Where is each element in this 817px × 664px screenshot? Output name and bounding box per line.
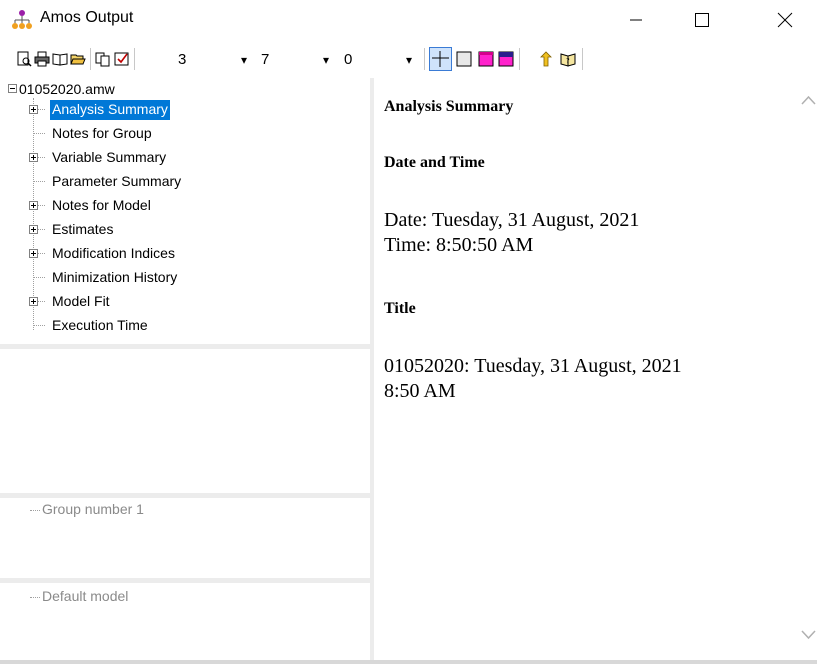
groups-pane — [0, 349, 370, 493]
minimize-icon — [630, 19, 642, 21]
toolbar-separator — [582, 48, 583, 70]
output-content: Analysis Summary Date and Time Date: Tue… — [374, 78, 817, 664]
window-bottom-border — [0, 660, 817, 664]
expand-icon[interactable] — [29, 153, 38, 162]
pane-splitter[interactable] — [0, 493, 370, 498]
close-icon — [777, 12, 793, 28]
tree-item[interactable]: Notes for Model — [52, 196, 151, 216]
tree-item[interactable]: Analysis Summary — [50, 100, 170, 120]
tree-item[interactable]: Notes for Group — [52, 124, 152, 144]
date-time-heading: Date and Time — [384, 154, 485, 171]
maximize-icon — [695, 13, 709, 27]
title-heading: Title — [384, 300, 416, 317]
expand-icon[interactable] — [29, 249, 38, 258]
close-button[interactable] — [762, 0, 808, 40]
table-rules-button[interactable] — [429, 47, 452, 71]
tree-item[interactable]: Parameter Summary — [52, 172, 181, 192]
title-line: 01052020: Tuesday, 31 August, 2021 — [384, 355, 682, 377]
toolbar: 3 ▾ 7 ▾ 0 ▾ ? — [0, 42, 817, 76]
scroll-up-icon[interactable] — [800, 92, 817, 109]
tree-item[interactable]: Variable Summary — [52, 148, 166, 168]
time-line: Time: 8:50:50 AM — [384, 234, 534, 256]
tree-root[interactable]: 01052020.amw — [19, 80, 115, 100]
table-fill-icon[interactable] — [478, 51, 494, 67]
page-setup-icon[interactable] — [52, 51, 68, 67]
pane-splitter[interactable] — [0, 578, 370, 583]
tree-guide-line — [33, 277, 45, 278]
table-border-icon[interactable] — [456, 51, 472, 67]
section-heading: Analysis Summary — [384, 98, 514, 115]
tree-item[interactable]: Model Fit — [52, 292, 110, 312]
window-title: Amos Output — [40, 9, 134, 26]
tree-guide-line — [33, 325, 45, 326]
collapse-icon[interactable] — [8, 84, 17, 93]
tree-item[interactable]: Estimates — [52, 220, 113, 240]
decimals-dropdown-arrow[interactable]: ▾ — [241, 51, 247, 69]
table-columns-dropdown-arrow[interactable]: ▾ — [406, 51, 412, 69]
group-item[interactable]: Group number 1 — [42, 501, 144, 517]
options-icon[interactable] — [114, 51, 130, 67]
table-rules-icon — [432, 51, 449, 67]
title-line: 8:50 AM — [384, 380, 456, 402]
scroll-down-icon[interactable] — [800, 626, 817, 643]
table-columns-combo[interactable]: 0 — [344, 51, 352, 69]
copy-icon[interactable] — [95, 51, 111, 67]
tree-item[interactable]: Modification Indices — [52, 244, 175, 264]
expand-icon[interactable] — [29, 297, 38, 306]
svg-text:?: ? — [566, 57, 570, 65]
amos-app-icon — [12, 10, 32, 29]
minimize-button[interactable] — [613, 0, 659, 40]
expand-icon[interactable] — [29, 105, 38, 114]
toolbar-separator — [519, 48, 520, 70]
toolbar-separator — [134, 48, 135, 70]
column-width-combo[interactable]: 7 — [261, 51, 269, 69]
tree-item[interactable]: Minimization History — [52, 268, 177, 288]
toolbar-separator — [90, 48, 91, 70]
print-preview-icon[interactable] — [16, 51, 32, 67]
maximize-button[interactable] — [679, 0, 725, 40]
tree-guide-line — [33, 181, 45, 182]
expand-icon[interactable] — [29, 201, 38, 210]
date-line: Date: Tuesday, 31 August, 2021 — [384, 209, 640, 231]
help-book-icon[interactable]: ? — [560, 51, 576, 67]
expand-icon[interactable] — [29, 225, 38, 234]
toolbar-separator — [424, 48, 425, 70]
tree-guide-line — [33, 133, 45, 134]
open-icon[interactable] — [70, 51, 86, 67]
output-tree: 01052020.amw Analysis Summary Notes for G… — [0, 78, 370, 344]
tree-guide-line — [30, 597, 40, 598]
title-bar: Amos Output — [0, 0, 817, 40]
tree-item[interactable]: Execution Time — [52, 316, 148, 336]
up-arrow-icon[interactable] — [538, 51, 554, 67]
table-header-icon[interactable] — [498, 51, 514, 67]
decimals-combo[interactable]: 3 — [178, 51, 186, 69]
tree-guide-line — [30, 510, 40, 511]
print-icon[interactable] — [34, 51, 50, 67]
model-item[interactable]: Default model — [42, 588, 128, 604]
column-width-dropdown-arrow[interactable]: ▾ — [323, 51, 329, 69]
